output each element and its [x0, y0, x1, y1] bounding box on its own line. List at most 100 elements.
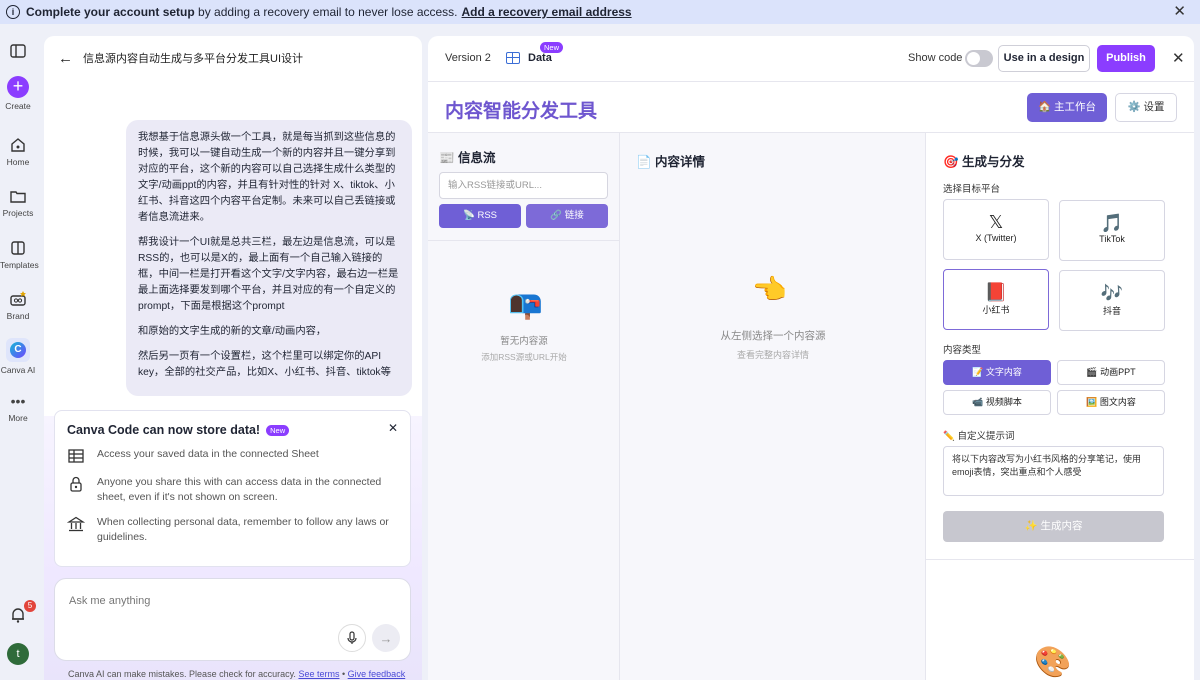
add-recovery-email-link[interactable]: Add a recovery email address — [462, 5, 632, 19]
tab-data[interactable]: Data New — [506, 42, 564, 64]
microphone-icon — [347, 631, 357, 644]
red-book-icon: 📕 — [984, 282, 1008, 302]
info-icon: i — [6, 5, 20, 19]
close-icon[interactable]: ✕ — [1172, 49, 1185, 67]
show-code-label: Show code — [908, 52, 963, 64]
main-workspace-button[interactable]: 🏠 主工作台 — [1027, 93, 1107, 122]
platform-x[interactable]: 𝕏 X (Twitter) — [943, 199, 1049, 260]
banner-text: by adding a recovery email to never lose… — [194, 5, 458, 19]
bank-icon — [67, 516, 85, 532]
show-code-toggle[interactable] — [965, 50, 993, 67]
platform-name: 抖音 — [1102, 306, 1121, 316]
notice-item-text: When collecting personal data, remember … — [97, 516, 389, 543]
give-feedback-link[interactable]: Give feedback — [348, 669, 406, 679]
ai-disclaimer: Canva AI can make mistakes. Please check… — [68, 669, 405, 679]
mailbox-icon: 📭 — [508, 289, 543, 320]
publish-button[interactable]: Publish — [1097, 45, 1155, 72]
projects-label: Projects — [2, 208, 34, 218]
notice-title: Canva Code can now store data! — [67, 423, 261, 437]
content-type-label: 内容类型 — [943, 345, 982, 356]
new-badge: New — [540, 42, 564, 53]
brand-icon — [10, 291, 26, 306]
create-button[interactable]: + Create — [0, 76, 36, 111]
message-paragraph: 我想基于信息源头做一个工具，就是每当抓到这些信息的时候，我可以一键自动生成一个新… — [138, 132, 396, 223]
data-storage-notice: Canva Code can now store data! New ✕ Acc… — [54, 410, 411, 567]
version-selector[interactable]: Version 2 — [445, 52, 491, 64]
publish-column: 🎯 生成与分发 选择目标平台 𝕏 X (Twitter) 🎵 TikTok 📕 … — [926, 133, 1194, 680]
rss-button[interactable]: 📡 RSS — [439, 204, 521, 228]
music-notes-icon: 🎶 — [1100, 283, 1124, 303]
app-header: 内容智能分发工具 🏠 主工作台 ⚙️ 设置 — [428, 82, 1194, 133]
more-icon: ••• — [10, 393, 26, 409]
feed-url-input[interactable]: 输入RSS链接或URL... — [439, 172, 608, 199]
microphone-button[interactable] — [338, 624, 366, 652]
message-paragraph: 然后另一页有一个设置栏，这个栏里可以绑定你的API key，全部的社交产品，比如… — [138, 351, 391, 378]
chat-input[interactable]: Ask me anything — [69, 595, 150, 607]
notice-item: Access your saved data in the connected … — [67, 447, 398, 465]
feed-title: 📰 信息流 — [439, 151, 496, 165]
back-arrow-icon[interactable]: ← — [58, 50, 73, 67]
user-message: 我想基于信息源头做一个工具，就是每当抓到这些信息的时候，我可以一键自动生成一个新… — [126, 120, 412, 396]
account-setup-banner: i Complete your account setup by adding … — [0, 0, 1200, 24]
pointing-hand-icon: 👈 — [752, 274, 787, 305]
type-text[interactable]: 📝 文字内容 — [943, 360, 1051, 385]
canva-ai-icon: C — [6, 338, 30, 362]
detail-empty-subtitle: 查看完整内容详情 — [736, 350, 809, 360]
see-terms-link[interactable]: See terms — [298, 669, 339, 679]
generate-button[interactable]: ✨ 生成内容 — [943, 511, 1164, 542]
panel-toggle-icon — [10, 44, 26, 58]
chat-title: 信息源内容自动生成与多平台分发工具UI设计 — [83, 53, 303, 65]
platform-name: X (Twitter) — [975, 233, 1017, 243]
sidebar-item-brand[interactable]: Brand — [0, 290, 36, 321]
disclaimer-text: Canva AI can make mistakes. Please check… — [68, 669, 296, 679]
use-in-design-button[interactable]: Use in a design — [998, 45, 1090, 72]
sidebar-item-projects[interactable]: Projects — [0, 187, 36, 218]
lock-icon — [70, 476, 82, 492]
music-note-icon: 🎵 — [1100, 213, 1124, 233]
settings-button[interactable]: ⚙️ 设置 — [1115, 93, 1177, 122]
chat-input-box[interactable]: Ask me anything → — [54, 578, 411, 661]
new-badge: New — [266, 424, 290, 436]
platform-douyin[interactable]: 🎶 抖音 — [1059, 270, 1165, 331]
sidebar-toggle[interactable] — [0, 42, 36, 63]
preview-panel: Version 2 Data New Show code Use in a de… — [428, 36, 1194, 680]
notice-title-row: Canva Code can now store data! New — [67, 423, 398, 437]
sidebar-item-templates[interactable]: Templates — [0, 239, 39, 270]
platform-label: 选择目标平台 — [943, 184, 1001, 195]
folder-icon — [10, 191, 26, 203]
type-image-text[interactable]: 🖼️ 图文内容 — [1057, 390, 1165, 415]
sidebar-item-canva-ai[interactable]: C Canva AI — [0, 338, 36, 375]
send-button[interactable]: → — [372, 624, 400, 652]
divider — [428, 240, 619, 241]
close-icon[interactable]: ✕ — [388, 421, 398, 435]
notice-item: When collecting personal data, remember … — [67, 515, 398, 545]
avatar: t — [7, 643, 29, 665]
type-video-script[interactable]: 📹 视频脚本 — [943, 390, 1051, 415]
publish-title: 🎯 生成与分发 — [943, 155, 1025, 169]
arrow-right-icon: → — [379, 630, 393, 646]
link-button[interactable]: 🔗 链接 — [526, 204, 608, 228]
x-logo-icon: 𝕏 — [988, 212, 1004, 232]
preview-toolbar: Version 2 Data New Show code Use in a de… — [428, 36, 1194, 82]
close-icon[interactable]: ✕ — [1173, 4, 1186, 19]
feed-empty-title: 暂无内容源 — [500, 336, 548, 347]
home-icon — [11, 138, 25, 152]
left-rail: + Create Home Projects Templates Brand C… — [0, 24, 39, 680]
table-icon — [506, 52, 520, 64]
custom-prompt-textarea[interactable]: 将以下内容改写为小红书风格的分享笔记，使用emoji表情，突出重点和个人感受 — [943, 446, 1164, 496]
table-icon — [68, 449, 84, 463]
account-button[interactable]: t — [0, 643, 36, 665]
notice-item-text: Anyone you share this with can access da… — [97, 476, 382, 503]
type-animated-ppt[interactable]: 🎬 动画PPT — [1057, 360, 1165, 385]
notification-badge: 5 — [24, 600, 36, 612]
sidebar-item-home[interactable]: Home — [0, 136, 36, 167]
message-paragraph: 帮我设计一个UI就是总共三栏，最左边是信息流，可以是RSS的，也可以是X的，最上… — [138, 237, 399, 312]
notifications-button[interactable]: 5 — [0, 600, 36, 627]
chat-header: ← 信息源内容自动生成与多平台分发工具UI设计 — [44, 36, 422, 80]
palette-icon: 🎨 — [1034, 646, 1072, 679]
feed-empty-subtitle: 添加RSS源或URL开始 — [481, 352, 567, 362]
platform-xiaohongshu[interactable]: 📕 小红书 — [943, 269, 1049, 330]
sidebar-item-more[interactable]: ••• More — [0, 394, 36, 423]
divider — [926, 559, 1194, 560]
platform-tiktok[interactable]: 🎵 TikTok — [1059, 200, 1165, 261]
